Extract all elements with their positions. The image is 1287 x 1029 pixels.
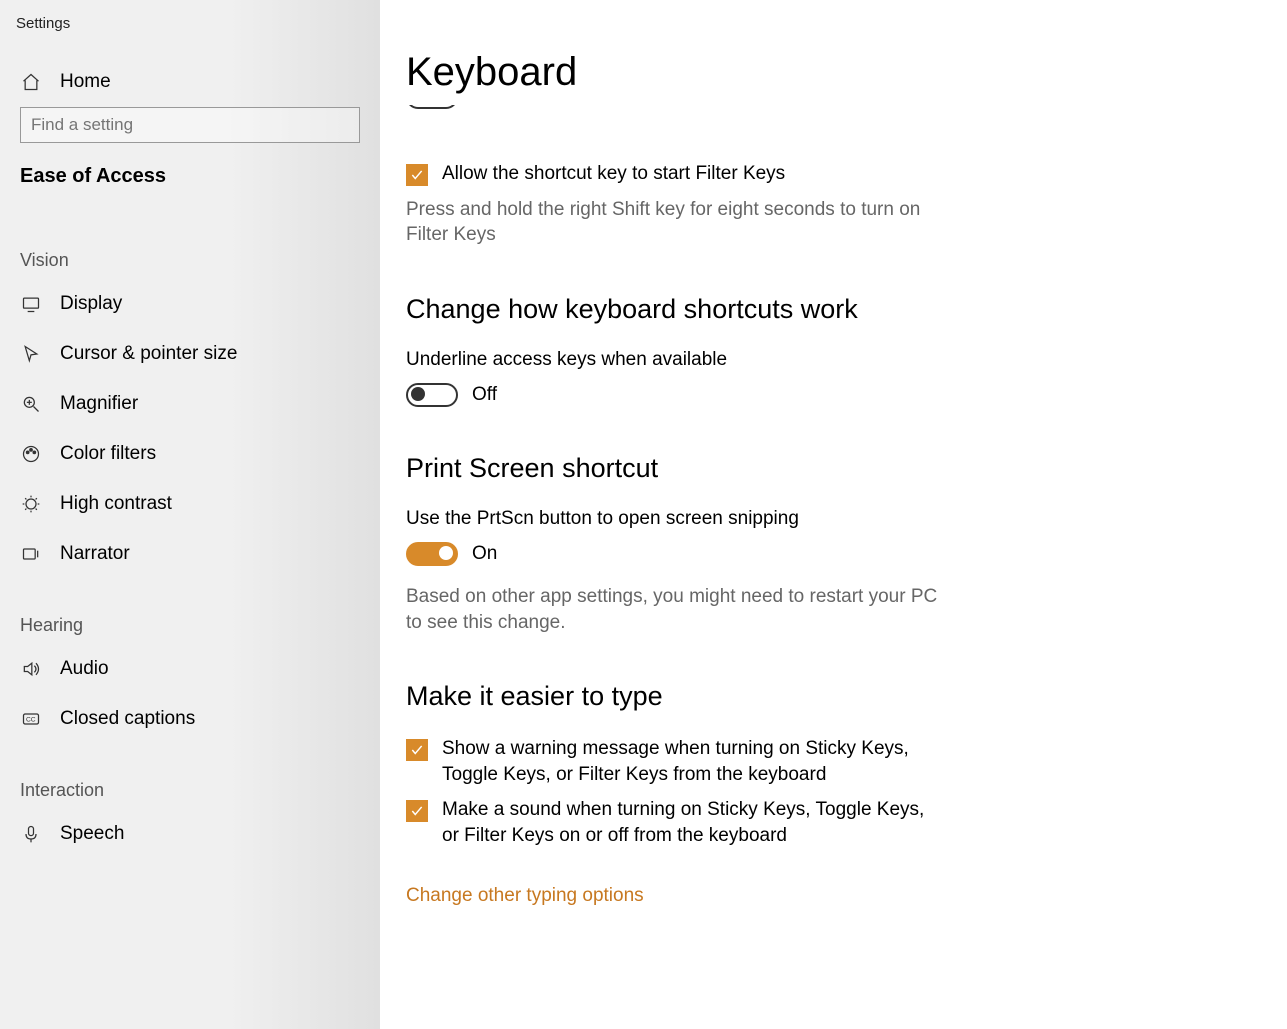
magnifier-icon	[20, 393, 42, 415]
mic-icon	[20, 823, 42, 845]
easier-cb2[interactable]: Make a sound when turning on Sticky Keys…	[406, 797, 946, 848]
sidebar-item-label: High contrast	[60, 493, 172, 515]
sidebar-item-label: Magnifier	[60, 393, 138, 415]
underline-access-toggle[interactable]	[406, 383, 458, 407]
toggle-state-label: On	[472, 543, 497, 565]
checkbox-checked[interactable]	[406, 164, 428, 186]
sidebar-item-label: Audio	[60, 658, 109, 680]
toggle-state-label: Off	[472, 384, 497, 406]
section-printscreen-title: Print Screen shortcut	[406, 453, 1247, 484]
sidebar-item-colorfilters[interactable]: Color filters	[0, 429, 380, 479]
filter-keys-toggle[interactable]	[406, 105, 458, 109]
checkbox-label: Make a sound when turning on Sticky Keys…	[442, 797, 946, 848]
sidebar-item-label: Display	[60, 293, 122, 315]
sidebar-item-label: Speech	[60, 823, 124, 845]
monitor-icon	[20, 293, 42, 315]
cc-icon: CC	[20, 708, 42, 730]
prtscn-toggle[interactable]	[406, 542, 458, 566]
underline-access-label: Underline access keys when available	[406, 349, 1247, 371]
toggle-state-label: Off	[472, 105, 497, 108]
checkbox-checked[interactable]	[406, 739, 428, 761]
sidebar-item-label: Closed captions	[60, 708, 195, 730]
filter-keys-note: Press and hold the right Shift key for e…	[406, 197, 946, 248]
search-input[interactable]	[20, 107, 360, 143]
sidebar-item-highcontrast[interactable]: High contrast	[0, 479, 380, 529]
checkbox-checked[interactable]	[406, 800, 428, 822]
sidebar-item-closedcaptions[interactable]: CC Closed captions	[0, 694, 380, 744]
sidebar-item-narrator[interactable]: Narrator	[0, 529, 380, 579]
palette-icon	[20, 443, 42, 465]
sidebar-item-display[interactable]: Display	[0, 279, 380, 329]
sidebar-item-speech[interactable]: Speech	[0, 809, 380, 859]
cursor-icon	[20, 343, 42, 365]
narrator-icon	[20, 543, 42, 565]
svg-text:CC: CC	[26, 717, 36, 724]
prtscn-label: Use the PrtScn button to open screen sni…	[406, 508, 1247, 530]
checkbox-label: Allow the shortcut key to start Filter K…	[442, 161, 785, 187]
sidebar-item-label: Cursor & pointer size	[60, 343, 237, 365]
page-title: Keyboard	[406, 50, 1247, 95]
search-field[interactable]	[31, 115, 349, 135]
checkbox-label: Show a warning message when turning on S…	[442, 736, 946, 787]
sidebar-item-label: Color filters	[60, 443, 156, 465]
prtscn-note: Based on other app settings, you might n…	[406, 584, 946, 635]
speaker-icon	[20, 658, 42, 680]
sidebar-item-audio[interactable]: Audio	[0, 644, 380, 694]
filter-keys-shortcut-checkbox[interactable]: Allow the shortcut key to start Filter K…	[406, 161, 946, 187]
sidebar-group-hearing: Hearing	[0, 579, 380, 644]
filter-keys-partial: Off	[406, 105, 1247, 131]
sidebar-section-title: Ease of Access	[0, 159, 380, 214]
sidebar-item-magnifier[interactable]: Magnifier	[0, 379, 380, 429]
section-shortcuts-title: Change how keyboard shortcuts work	[406, 294, 1247, 325]
sidebar-item-label: Narrator	[60, 543, 130, 565]
sidebar-item-home[interactable]: Home	[0, 57, 380, 107]
section-easier-title: Make it easier to type	[406, 681, 1247, 712]
change-typing-options-link[interactable]: Change other typing options	[406, 885, 644, 907]
window-title: Settings	[0, 10, 380, 57]
sidebar: Settings Home Ease of Access Vision Disp…	[0, 0, 380, 1029]
sidebar-group-interaction: Interaction	[0, 744, 380, 809]
contrast-icon	[20, 493, 42, 515]
main-content: Keyboard Off Allow the shortcut key to s…	[380, 0, 1287, 1029]
sidebar-group-vision: Vision	[0, 214, 380, 279]
sidebar-item-label: Home	[60, 71, 111, 93]
home-icon	[20, 71, 42, 93]
sidebar-item-cursor[interactable]: Cursor & pointer size	[0, 329, 380, 379]
easier-cb1[interactable]: Show a warning message when turning on S…	[406, 736, 946, 787]
